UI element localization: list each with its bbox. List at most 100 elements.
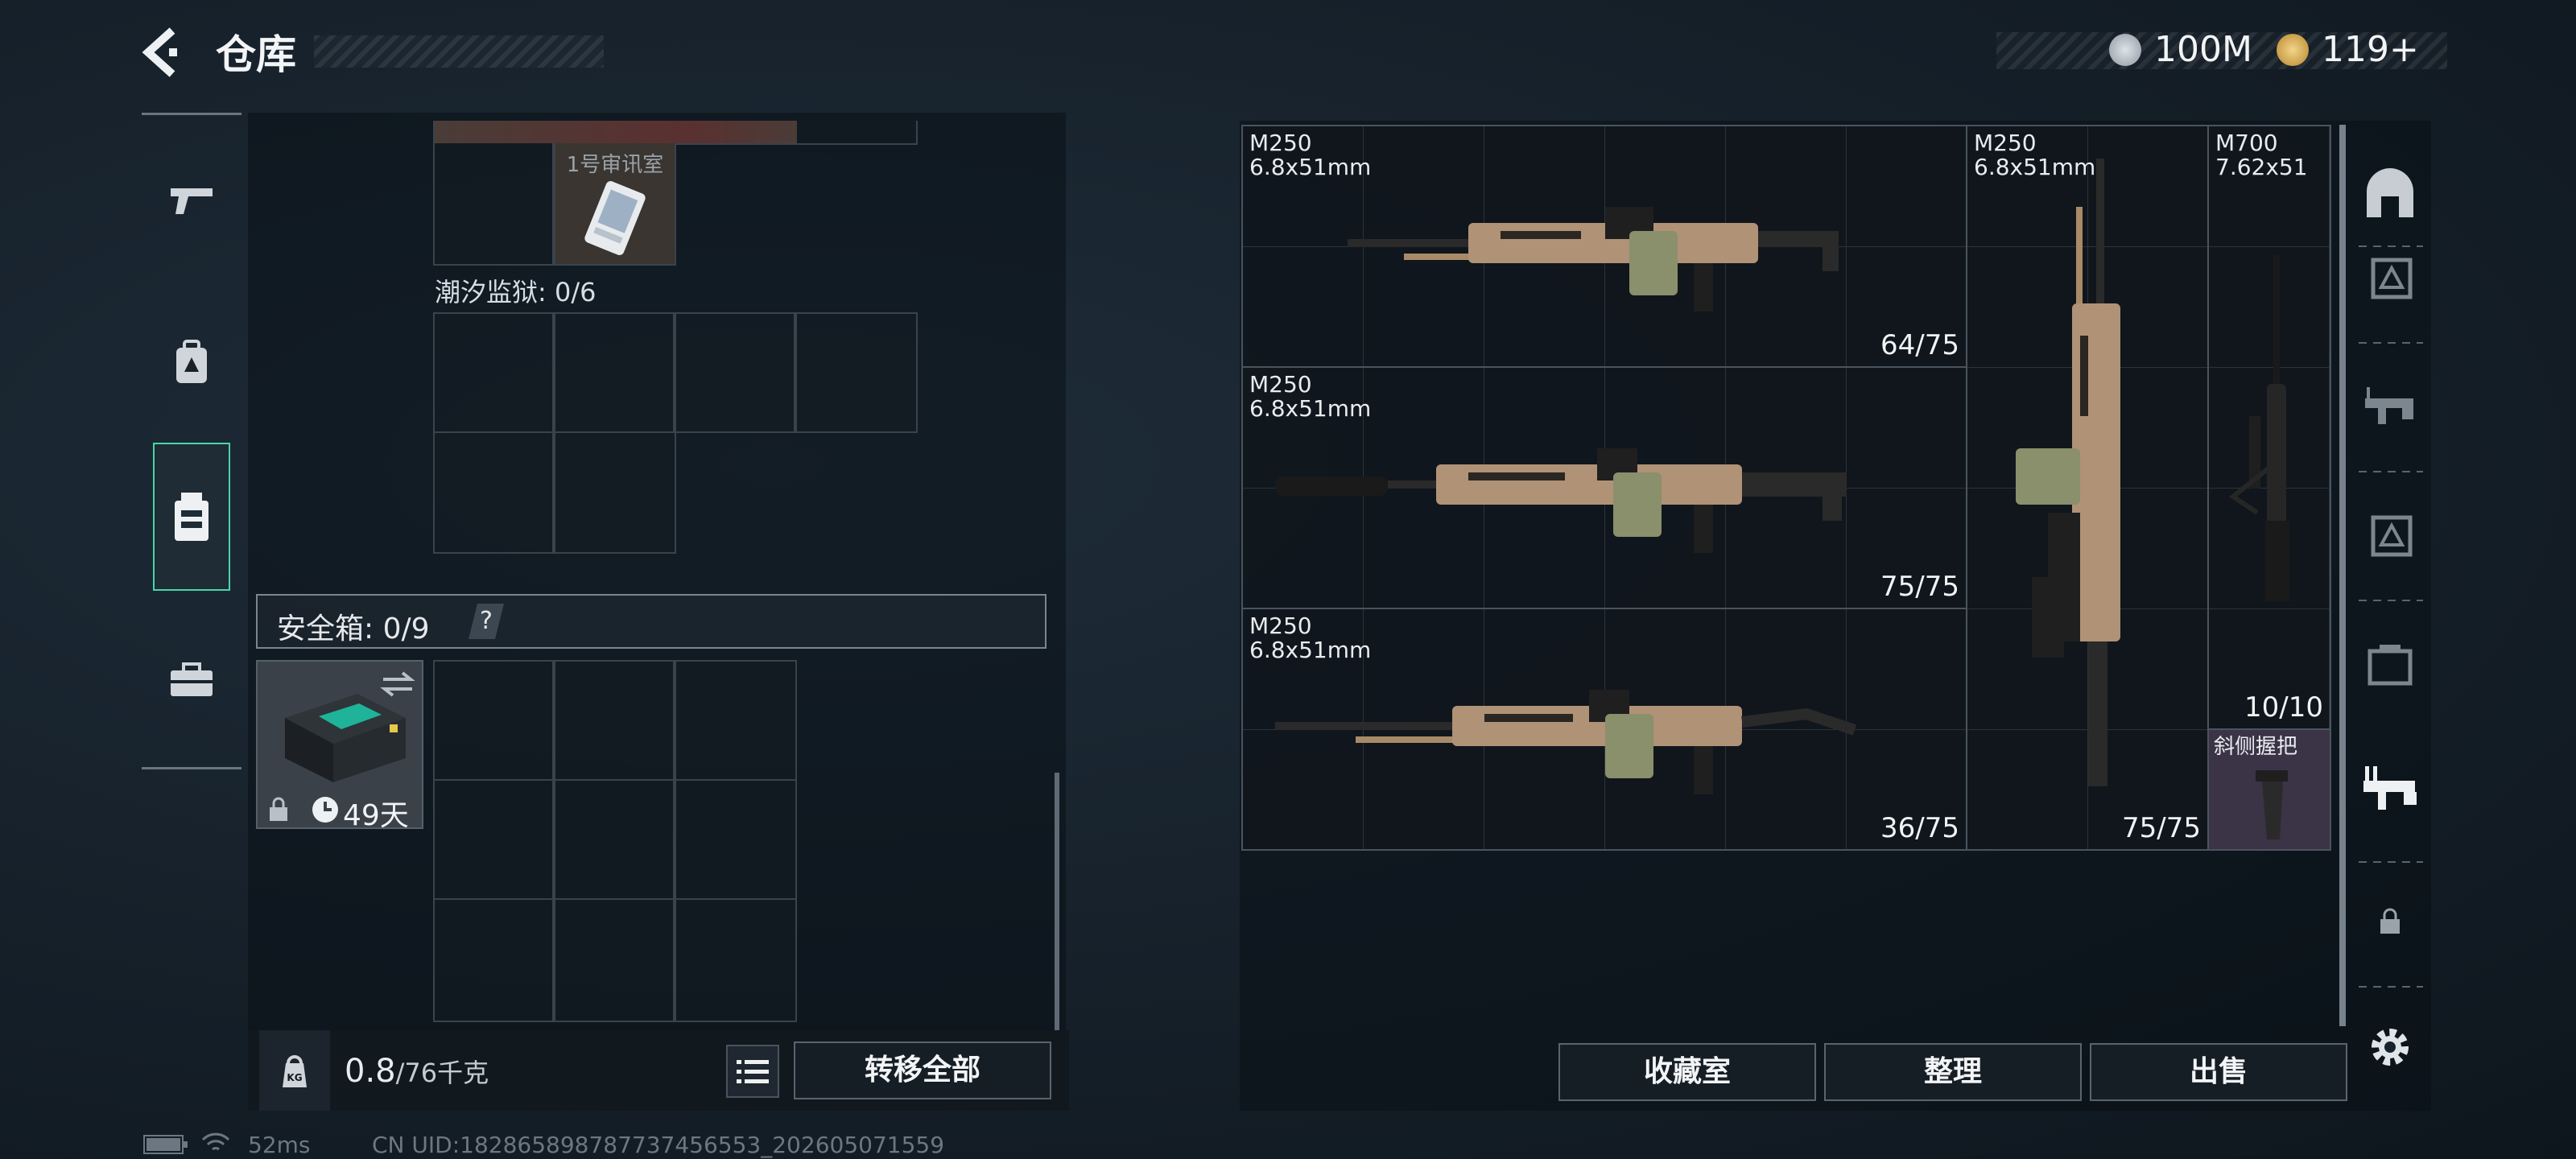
lock-icon [270,797,287,821]
item-name: M700 [2215,130,2278,156]
warehouse-item-m250[interactable]: M250 6.8x51mm 64/75 [1241,125,1967,368]
rail-toolbox[interactable] [142,628,242,732]
rail-backpack[interactable] [142,310,242,415]
grip-icon [2256,770,2288,839]
filter-safe[interactable] [2354,149,2426,237]
battery-icon [143,1135,188,1154]
toolbox-icon [171,662,213,696]
safebox-slot[interactable] [554,660,675,781]
machine-gun-icon [1348,207,1839,311]
item-strip [435,121,797,143]
kettlebell-icon: KG [283,1055,307,1087]
safe-dome-icon [2367,168,2413,217]
helmet-filter-icon [2371,515,2413,557]
item-count: 64/75 [1880,329,1959,361]
inventory-slot[interactable] [675,312,795,433]
backpack-icon [176,340,207,383]
warehouse-item-m700[interactable]: M700 7.62x51 10/10 [2207,125,2331,730]
inventory-scrollbar[interactable] [1055,773,1059,1030]
filter-rifle-active[interactable] [2354,744,2426,833]
item-name: M250 [1249,130,1312,156]
warehouse-item-m250[interactable]: M250 6.8x51mm 75/75 [1241,366,1967,609]
warehouse-item-angled-grip[interactable]: 斜侧握把 [2207,728,2331,851]
machine-gun-vertical-icon [2016,159,2120,786]
case-filter-icon [2368,645,2413,686]
warehouse-item-m250-vertical[interactable]: M250 6.8x51mm 75/75 [1966,125,2209,851]
weight-icon-box: KG [259,1030,330,1111]
safebox-slot[interactable] [433,779,554,900]
warehouse-item-m250[interactable]: M250 6.8x51mm 36/75 [1241,608,1967,851]
safebox-timer: 49天 [343,799,409,832]
item-count: 75/75 [2122,812,2201,844]
rail-vest[interactable] [153,443,230,591]
title-decoration [314,35,604,68]
sniper-rifle-icon [2228,255,2289,601]
back-button[interactable] [137,24,201,80]
filter-helmet[interactable] [2354,491,2426,580]
lock-icon [2380,908,2400,934]
silver-coin-icon [2109,34,2141,66]
safebox-slot[interactable] [433,898,554,1022]
section-tide-prison-label: 潮汐监狱: 0/6 [435,277,597,307]
weight-bar: KG 0.8/76千克 转移全部 [248,1030,1069,1111]
inventory-slot[interactable] [795,312,918,433]
safebox-slot[interactable] [675,660,797,781]
filter-case[interactable] [2354,620,2426,708]
item-count: 75/75 [1880,571,1959,603]
safebox-slot[interactable] [554,779,675,900]
clock-icon [312,797,338,823]
lock-filter[interactable] [2354,877,2426,966]
machine-gun-icon [1275,690,1857,794]
swap-icon[interactable] [380,668,415,700]
transfer-all-button[interactable]: 转移全部 [794,1041,1051,1099]
machine-gun-suppressed-icon [1275,448,1847,553]
gold-coin-icon [2277,34,2309,66]
pistol-icon [171,188,213,214]
inventory-slot[interactable] [433,431,554,554]
currency-gold-amount[interactable]: 119+ [2322,29,2419,70]
item-name: M250 [1249,612,1312,639]
vest-icon [175,493,208,541]
uid-text: CN UID:182865898787737456553_20260507155… [372,1132,945,1158]
warehouse-scrollbar[interactable] [2339,125,2346,1026]
rifle-filter-icon [2363,766,2417,810]
ping-readout: 52ms [248,1132,311,1158]
settings-button[interactable] [2354,1003,2426,1091]
page-title: 仓库 [216,31,296,78]
safebox-header: 安全箱: 0/9 ? [256,594,1046,649]
organize-button[interactable]: 整理 [1824,1043,2082,1101]
armor-filter-icon [2371,258,2413,299]
safebox-help-button[interactable]: ? [469,604,504,639]
filter-weapon[interactable] [2354,362,2426,451]
svg-text:KG: KG [287,1072,302,1083]
item-name: M250 [1974,130,2037,156]
inventory-slot[interactable] [554,431,676,554]
keycard-icon [584,181,646,255]
weight-current: 0.8 [345,1053,396,1090]
inventory-slot[interactable] [554,312,675,433]
safebox-slot[interactable] [433,660,554,781]
safebox-item[interactable]: 49天 [256,660,423,832]
item-name: M250 [1249,371,1312,398]
safebox-slot[interactable] [675,898,797,1022]
item-count: 36/75 [1880,812,1959,844]
weight-max: /76千克 [395,1058,489,1088]
list-icon [737,1060,769,1083]
inventory-slot[interactable] [433,312,554,433]
settings-gear-icon [2372,1029,2409,1066]
collection-room-button[interactable]: 收藏室 [1558,1043,1816,1101]
safebox-slot[interactable] [554,898,675,1022]
wifi-icon [201,1132,230,1151]
safebox-case-icon [285,694,406,782]
weapon-filter-icon [2365,387,2413,424]
currency-silver-amount: 100M [2154,29,2252,70]
sell-button[interactable]: 出售 [2090,1043,2347,1101]
item-name: 斜侧握把 [2214,735,2298,759]
safebox-slot[interactable] [675,779,797,900]
list-view-button[interactable] [726,1045,779,1098]
weight-readout: 0.8/76千克 [345,1053,489,1090]
rail-pistol[interactable] [142,149,242,254]
safebox-label: 安全箱: 0/9 [277,612,430,645]
filter-armor[interactable] [2354,233,2426,322]
item-caliber: 7.62x51 [2215,154,2308,180]
